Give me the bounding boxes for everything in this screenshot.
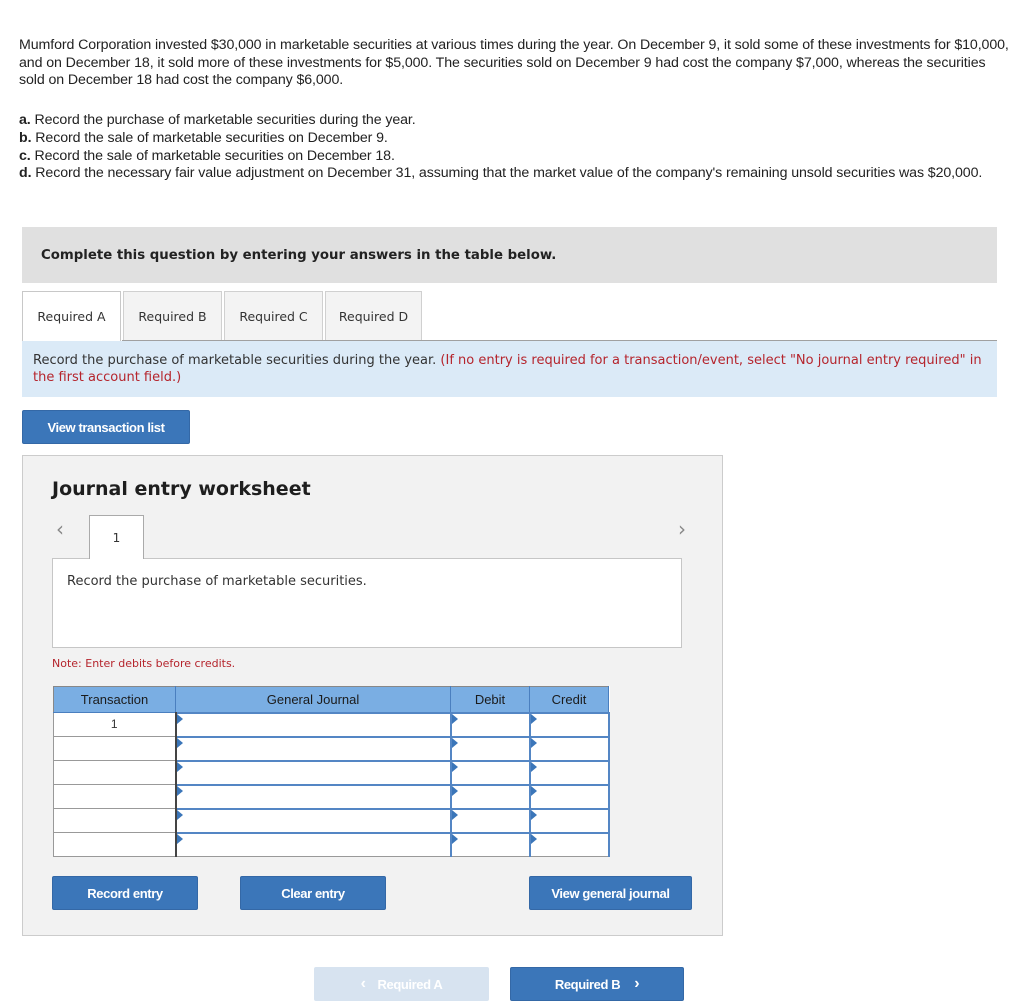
dropdown-marker-icon (176, 713, 183, 724)
credit-input[interactable] (530, 785, 608, 808)
input-marker-icon (530, 737, 537, 748)
account-select[interactable] (176, 785, 450, 808)
tab-required-c[interactable]: Required C (224, 291, 323, 341)
table-row (53, 807, 610, 833)
tab-required-b[interactable]: Required B (123, 291, 222, 341)
part-text: Record the purchase of marketable securi… (30, 112, 416, 128)
table-row (53, 783, 610, 809)
table-row: 1 (53, 711, 610, 737)
input-marker-icon (530, 761, 537, 772)
part-a: a. Record the purchase of marketable sec… (19, 112, 1014, 130)
part-text: Record the sale of marketable securities… (30, 147, 395, 164)
worksheet-title: Journal entry worksheet (52, 478, 311, 500)
transaction-number (53, 808, 177, 833)
debit-input[interactable] (451, 809, 529, 832)
part-d: d. Record the necessary fair value adjus… (19, 165, 1014, 183)
chevron-right-icon: › (634, 975, 640, 992)
transaction-number (53, 760, 177, 785)
part-label: c. (19, 147, 31, 164)
input-marker-icon (530, 809, 537, 820)
column-header-general-journal: General Journal (175, 686, 451, 713)
input-marker-icon (530, 713, 537, 724)
credit-input[interactable] (530, 761, 608, 784)
input-marker-icon (451, 785, 458, 796)
chevron-left-icon[interactable]: ‹ (56, 517, 64, 541)
dropdown-marker-icon (176, 761, 183, 772)
input-marker-icon (451, 833, 458, 844)
next-required-label: Required B (554, 976, 621, 992)
debit-input[interactable] (451, 761, 529, 784)
transaction-number: 1 (53, 712, 177, 737)
part-text: Record the sale of marketable securities… (31, 129, 388, 146)
transaction-number (53, 784, 177, 809)
table-row (53, 831, 610, 857)
account-select[interactable] (176, 833, 450, 856)
input-marker-icon (451, 737, 458, 748)
problem-parts: a. Record the purchase of marketable sec… (19, 112, 1014, 183)
part-c: c. Record the sale of marketable securit… (19, 148, 1014, 166)
dropdown-marker-icon (176, 737, 183, 748)
worksheet-description: Record the purchase of marketable securi… (52, 558, 682, 648)
journal-header-row: Transaction General Journal Debit Credit (53, 686, 609, 713)
problem-statement: Mumford Corporation invested $30,000 in … (19, 37, 1009, 88)
chevron-left-icon: ‹ (360, 975, 366, 992)
part-label: b. (19, 129, 32, 146)
transaction-number (53, 736, 177, 761)
tab-required-a[interactable]: Required A (22, 291, 121, 341)
chevron-right-icon[interactable]: › (678, 517, 686, 541)
credit-input[interactable] (530, 713, 608, 736)
debit-input[interactable] (451, 737, 529, 760)
view-general-journal-button[interactable]: View general journal (529, 876, 692, 910)
part-text: Record the necessary fair value adjustme… (31, 165, 983, 182)
credit-input[interactable] (530, 809, 608, 832)
credit-input[interactable] (530, 833, 608, 856)
next-required-button[interactable]: Required B › (510, 967, 684, 1001)
debit-input[interactable] (451, 833, 529, 856)
instruction-text: Record the purchase of marketable securi… (33, 353, 441, 368)
previous-required-label: Required A (377, 976, 443, 992)
dropdown-marker-icon (176, 809, 183, 820)
journal-entry-worksheet: Journal entry worksheet ‹ › 1 Record the… (22, 455, 723, 936)
clear-entry-button[interactable]: Clear entry (240, 876, 386, 910)
input-marker-icon (530, 785, 537, 796)
table-row (53, 735, 610, 761)
credit-input[interactable] (530, 737, 608, 760)
worksheet-entry-tab[interactable]: 1 (89, 515, 144, 559)
account-select[interactable] (176, 737, 450, 760)
input-marker-icon (451, 761, 458, 772)
account-select[interactable] (176, 809, 450, 832)
tab-required-d[interactable]: Required D (325, 291, 422, 341)
input-marker-icon (530, 833, 537, 844)
part-label: d. (19, 165, 32, 182)
previous-required-button: ‹ Required A (314, 967, 489, 1001)
journal-table: Transaction General Journal Debit Credit… (53, 686, 610, 857)
table-row (53, 759, 610, 785)
debit-input[interactable] (451, 785, 529, 808)
column-header-credit: Credit (529, 686, 609, 713)
input-marker-icon (451, 713, 458, 724)
dropdown-marker-icon (176, 785, 183, 796)
input-marker-icon (451, 809, 458, 820)
transaction-number (53, 832, 177, 857)
part-label: a. (19, 112, 31, 128)
part-b: b. Record the sale of marketable securit… (19, 130, 1014, 148)
account-select[interactable] (176, 713, 450, 736)
view-transaction-list-button[interactable]: View transaction list (22, 410, 190, 444)
complete-question-banner: Complete this question by entering your … (22, 227, 997, 283)
record-entry-button[interactable]: Record entry (52, 876, 198, 910)
debits-before-credits-note: Note: Enter debits before credits. (52, 657, 236, 670)
column-header-transaction: Transaction (53, 686, 176, 713)
column-header-debit: Debit (450, 686, 530, 713)
instruction-panel: Record the purchase of marketable securi… (22, 341, 997, 397)
account-select[interactable] (176, 761, 450, 784)
debit-input[interactable] (451, 713, 529, 736)
required-tabs: Required A Required B Required C Require… (22, 291, 424, 341)
dropdown-marker-icon (176, 833, 183, 844)
